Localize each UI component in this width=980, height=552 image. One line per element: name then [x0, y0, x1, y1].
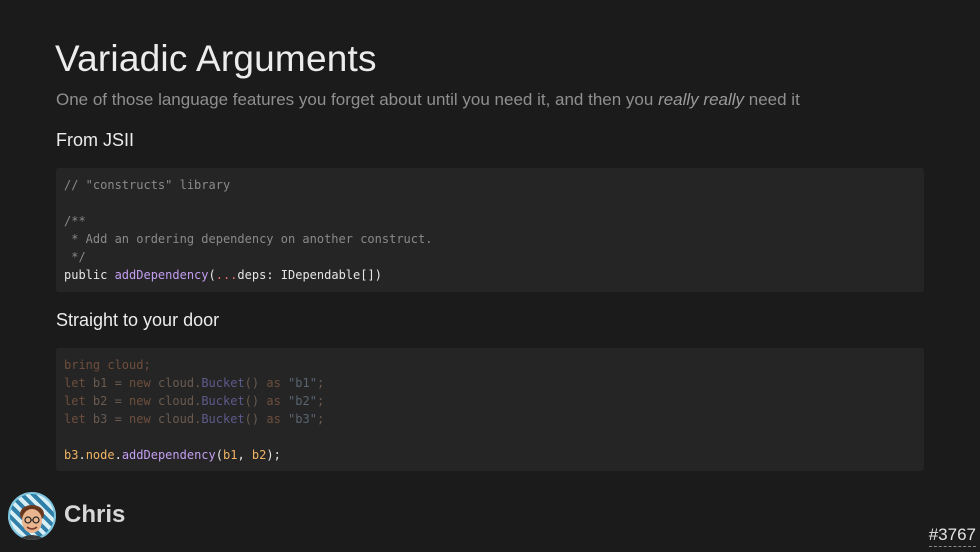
code-string: "b2" — [280, 394, 317, 408]
code-keyword: new — [129, 412, 151, 426]
code-function-name: addDependency — [114, 268, 209, 282]
code-line: let b3 = new cloud.Bucket() as "b3"; — [64, 410, 916, 428]
code-argument: b2 — [251, 448, 267, 462]
avatar-face-icon — [8, 492, 56, 540]
code-text: () — [244, 394, 267, 408]
code-type: Bucket — [201, 394, 245, 408]
subtitle-suffix: need it — [744, 90, 800, 109]
code-argument: b1 — [222, 448, 238, 462]
code-string: "b3" — [280, 412, 317, 426]
subtitle-emphasis: really really — [658, 90, 745, 109]
page-number[interactable]: #3767 — [928, 525, 976, 547]
code-params: deps: IDependable[]) — [237, 268, 382, 282]
code-line: b3.node.addDependency(b1, b2); — [64, 446, 916, 464]
code-keyword: as — [266, 394, 281, 408]
code-keyword: new — [129, 376, 151, 390]
slide-title: Variadic Arguments — [55, 38, 377, 79]
code-line: /** — [64, 214, 86, 228]
code-block-wing: bring cloud; let b1 = new cloud.Bucket() … — [56, 348, 924, 471]
code-line: bring cloud; — [64, 356, 916, 374]
code-keyword: let — [64, 394, 86, 408]
section-heading-wing: Straight to your door — [56, 310, 220, 330]
code-line: // "constructs" library — [64, 178, 231, 192]
author-name: Chris — [64, 501, 126, 528]
code-keyword: let — [64, 376, 86, 390]
avatar — [8, 492, 56, 540]
code-text: () — [244, 376, 267, 390]
code-separator: , — [237, 448, 252, 462]
code-type: Bucket — [201, 376, 245, 390]
code-text: cloud; — [100, 358, 151, 372]
code-text: cloud. — [150, 412, 202, 426]
code-spread-operator: ... — [215, 268, 238, 282]
code-keyword: bring — [64, 358, 101, 372]
code-text: () — [244, 412, 267, 426]
code-dot: . — [114, 448, 122, 462]
code-keyword: new — [129, 394, 151, 408]
code-paren: ( — [215, 448, 223, 462]
code-paren: ); — [266, 448, 281, 462]
code-line: * Add an ordering dependency on another … — [64, 232, 433, 246]
code-text: cloud. — [150, 376, 202, 390]
code-keyword: let — [64, 412, 86, 426]
code-text: b2 = — [85, 394, 130, 408]
code-text: cloud. — [150, 394, 202, 408]
code-keyword: as — [266, 376, 281, 390]
slide-subtitle: One of those language features you forge… — [56, 90, 800, 110]
code-keyword: public — [64, 268, 115, 282]
code-function-name: addDependency — [121, 448, 216, 462]
code-text: ; — [316, 394, 325, 408]
section-heading-jsii: From JSII — [56, 130, 135, 150]
code-paren: ( — [208, 268, 216, 282]
subtitle-prefix: One of those language features you forge… — [56, 90, 659, 109]
code-type: Bucket — [201, 412, 245, 426]
code-line: */ — [64, 250, 86, 264]
code-variable: b3 — [64, 448, 79, 462]
code-text: b1 = — [85, 376, 130, 390]
code-text: ; — [316, 376, 325, 390]
code-line: let b1 = new cloud.Bucket() as "b1"; — [64, 374, 916, 392]
code-line: public addDependency(...deps: IDependabl… — [64, 266, 916, 284]
code-property: node — [85, 448, 115, 462]
code-line: let b2 = new cloud.Bucket() as "b2"; — [64, 392, 916, 410]
code-text: ; — [316, 412, 325, 426]
code-dot: . — [78, 448, 86, 462]
code-text: b3 = — [85, 412, 130, 426]
code-string: "b1" — [280, 376, 317, 390]
code-keyword: as — [266, 412, 281, 426]
code-block-jsii: // "constructs" library /** * Add an orde… — [56, 168, 924, 292]
